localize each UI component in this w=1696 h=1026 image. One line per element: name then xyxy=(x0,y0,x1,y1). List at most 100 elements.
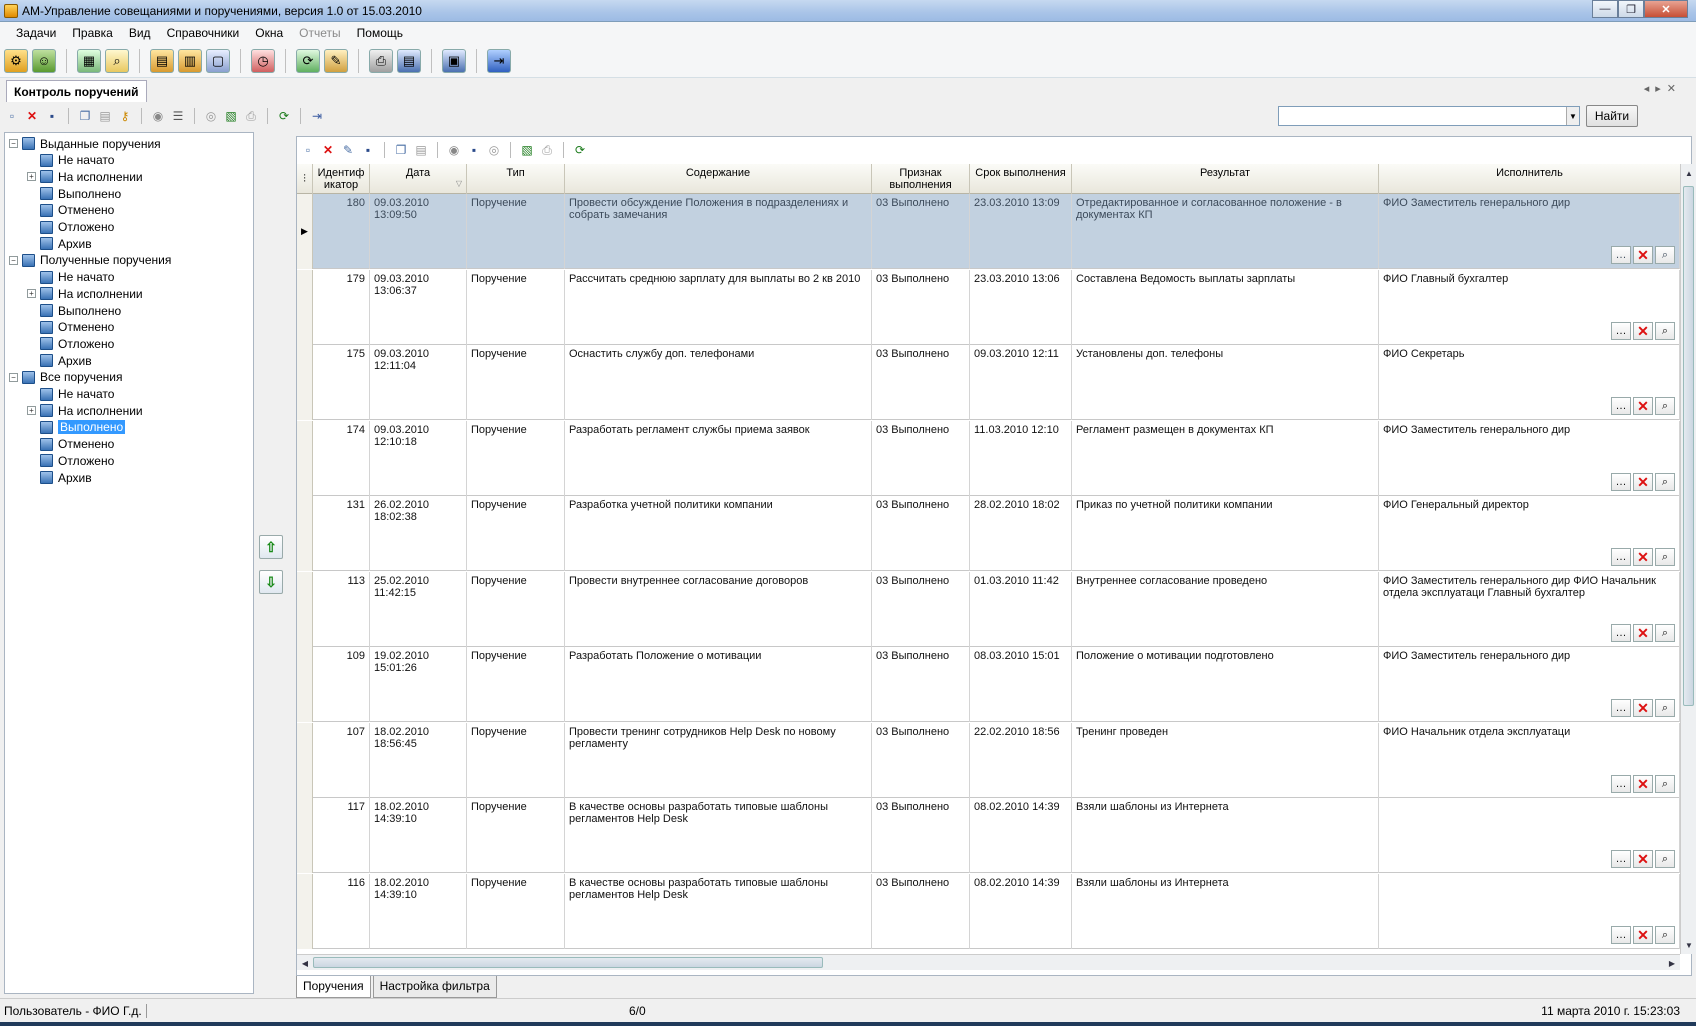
cell-id[interactable]: 109 xyxy=(313,647,370,722)
header-status[interactable]: Признак выполнения xyxy=(872,164,970,194)
view-executor-button[interactable]: ⌕ xyxy=(1655,472,1675,491)
scroll-up-icon[interactable]: ▲ xyxy=(1682,166,1696,180)
cell-date[interactable]: 09.03.2010 13:06:37 xyxy=(370,269,467,345)
scroll-left-icon[interactable]: ◀ xyxy=(298,956,312,970)
tree-node[interactable]: Отложено xyxy=(27,452,114,469)
grid-new-icon[interactable]: ▫ xyxy=(300,142,316,158)
tree-node[interactable]: + На исполнении xyxy=(27,168,143,185)
expand-icon[interactable]: + xyxy=(27,172,36,182)
key-icon[interactable]: ⚷ xyxy=(117,108,133,124)
cell-content[interactable]: Разработать Положение о мотивации xyxy=(565,647,872,722)
grid-delete-icon[interactable]: ✕ xyxy=(320,142,336,158)
cell-content[interactable]: Провести внутреннее согласование договор… xyxy=(565,571,872,647)
cell-content[interactable]: Рассчитать среднюю зарплату для выплаты … xyxy=(565,269,872,345)
clear-executor-button[interactable]: ✕ xyxy=(1633,321,1653,340)
grid-edit-icon[interactable]: ✎ xyxy=(340,142,356,158)
view-executor-button[interactable]: ⌕ xyxy=(1655,623,1675,642)
clear-executor-button[interactable]: ✕ xyxy=(1633,850,1653,868)
select-executor-button[interactable]: … xyxy=(1611,246,1631,264)
tree-node[interactable]: − Полученные поручения xyxy=(9,252,171,269)
select-executor-button[interactable]: … xyxy=(1611,397,1631,415)
tree-node[interactable]: Архив xyxy=(27,235,92,252)
stop-icon[interactable]: ◉ xyxy=(150,108,166,124)
table-row[interactable]: 179 09.03.2010 13:06:37 Поручение Рассчитат… xyxy=(297,269,1680,345)
row-indicator[interactable] xyxy=(297,420,313,496)
cell-date[interactable]: 26.02.2010 18:02:38 xyxy=(370,496,467,571)
cell-date[interactable]: 19.02.2010 15:01:26 xyxy=(370,647,467,722)
cell-deadline[interactable]: 08.02.2010 14:39 xyxy=(970,798,1072,873)
cell-result[interactable]: Тренинг проведен xyxy=(1072,722,1379,798)
cell-executor[interactable]: … ✕ ⌕ xyxy=(1379,873,1680,949)
excel-icon[interactable]: ▧ xyxy=(223,108,239,124)
cell-status[interactable]: 03 Выполнено xyxy=(872,269,970,345)
cell-status[interactable]: 03 Выполнено xyxy=(872,873,970,949)
cell-date[interactable]: 09.03.2010 12:10:18 xyxy=(370,420,467,496)
cell-result[interactable]: Регламент размещен в документах КП xyxy=(1072,420,1379,496)
move-down-button[interactable]: ⇩ xyxy=(259,570,283,594)
cell-id[interactable]: 179 xyxy=(313,269,370,345)
cell-id[interactable]: 113 xyxy=(313,571,370,647)
header-result[interactable]: Результат xyxy=(1072,164,1379,194)
select-executor-button[interactable]: … xyxy=(1611,623,1631,642)
expand-icon[interactable]: + xyxy=(27,289,36,299)
select-executor-button[interactable]: … xyxy=(1611,321,1631,340)
cell-deadline[interactable]: 09.03.2010 12:11 xyxy=(970,345,1072,420)
grid-stop-icon[interactable]: ◉ xyxy=(446,142,462,158)
menu-tasks[interactable]: Задачи xyxy=(8,26,64,40)
table-row[interactable]: 117 18.02.2010 14:39:10 Поручение В качеств… xyxy=(297,798,1680,873)
cell-status[interactable]: 03 Выполнено xyxy=(872,722,970,798)
view-executor-button[interactable]: ⌕ xyxy=(1655,699,1675,717)
cell-result[interactable]: Взяли шаблоны из Интернета xyxy=(1072,798,1379,873)
cell-content[interactable]: Разработать регламент службы приема заяв… xyxy=(565,420,872,496)
select-executor-button[interactable]: … xyxy=(1611,774,1631,793)
cell-status[interactable]: 03 Выполнено xyxy=(872,194,970,269)
vertical-scroll-thumb[interactable] xyxy=(1683,186,1694,706)
maximize-button[interactable]: ❐ xyxy=(1618,0,1644,18)
cell-id[interactable]: 107 xyxy=(313,722,370,798)
folders-icon[interactable]: ▥ xyxy=(178,48,202,73)
cell-content[interactable]: Оснастить службу доп. телефонами xyxy=(565,345,872,420)
tree-node[interactable]: Не начато xyxy=(27,152,114,169)
cell-status[interactable]: 03 Выполнено xyxy=(872,571,970,647)
cell-result[interactable]: Установлены доп. телефоны xyxy=(1072,345,1379,420)
cell-type[interactable]: Поручение xyxy=(467,496,565,571)
menu-help[interactable]: Помощь xyxy=(349,26,411,40)
cell-executor[interactable]: ФИО Секретарь … ✕ ⌕ xyxy=(1379,345,1680,420)
grid-refresh-icon[interactable]: ⟳ xyxy=(572,142,588,158)
tree-node[interactable]: − Выданные поручения xyxy=(9,135,161,152)
exit-small-icon[interactable]: ⇥ xyxy=(309,108,325,124)
table-row[interactable]: 109 19.02.2010 15:01:26 Поручение Разработа… xyxy=(297,647,1680,722)
header-content[interactable]: Содержание xyxy=(565,164,872,194)
table-row[interactable]: 175 09.03.2010 12:11:04 Поручение Оснастить… xyxy=(297,345,1680,420)
cell-type[interactable]: Поручение xyxy=(467,722,565,798)
clear-executor-button[interactable]: ✕ xyxy=(1633,925,1653,944)
scroll-down-icon[interactable]: ▼ xyxy=(1682,938,1696,952)
row-indicator[interactable] xyxy=(297,269,313,345)
search-dropdown-icon[interactable]: ▼ xyxy=(1566,107,1579,125)
cell-deadline[interactable]: 01.03.2010 11:42 xyxy=(970,571,1072,647)
grid-copy-icon[interactable]: ❐ xyxy=(393,142,409,158)
tab-filter-settings[interactable]: Настройка фильтра xyxy=(372,976,497,998)
clear-executor-button[interactable]: ✕ xyxy=(1633,397,1653,415)
cell-executor[interactable]: ФИО Начальник отдела эксплуатаци … ✕ ⌕ xyxy=(1379,722,1680,798)
select-executor-button[interactable]: … xyxy=(1611,925,1631,944)
card-icon[interactable]: ▣ xyxy=(442,48,466,73)
copy-icon[interactable]: ❐ xyxy=(77,108,93,124)
list-icon[interactable]: ☰ xyxy=(170,108,186,124)
cell-status[interactable]: 03 Выполнено xyxy=(872,647,970,722)
cell-result[interactable]: Приказ по учетной политики компании xyxy=(1072,496,1379,571)
cell-date[interactable]: 25.02.2010 11:42:15 xyxy=(370,571,467,647)
cell-id[interactable]: 116 xyxy=(313,873,370,949)
tree-node[interactable]: Отложено xyxy=(27,219,114,236)
menu-edit[interactable]: Правка xyxy=(64,26,121,40)
minimize-button[interactable]: — xyxy=(1592,0,1618,18)
cell-date[interactable]: 18.02.2010 14:39:10 xyxy=(370,798,467,873)
cell-deadline[interactable]: 08.03.2010 15:01 xyxy=(970,647,1072,722)
select-executor-button[interactable]: … xyxy=(1611,472,1631,491)
row-indicator[interactable]: ▶ xyxy=(297,194,313,269)
select-executor-button[interactable]: … xyxy=(1611,850,1631,868)
expand-icon[interactable]: + xyxy=(27,406,36,416)
row-indicator[interactable] xyxy=(297,345,313,420)
close-button[interactable]: ✕ xyxy=(1644,0,1688,18)
users-icon[interactable]: ☺ xyxy=(32,48,56,73)
